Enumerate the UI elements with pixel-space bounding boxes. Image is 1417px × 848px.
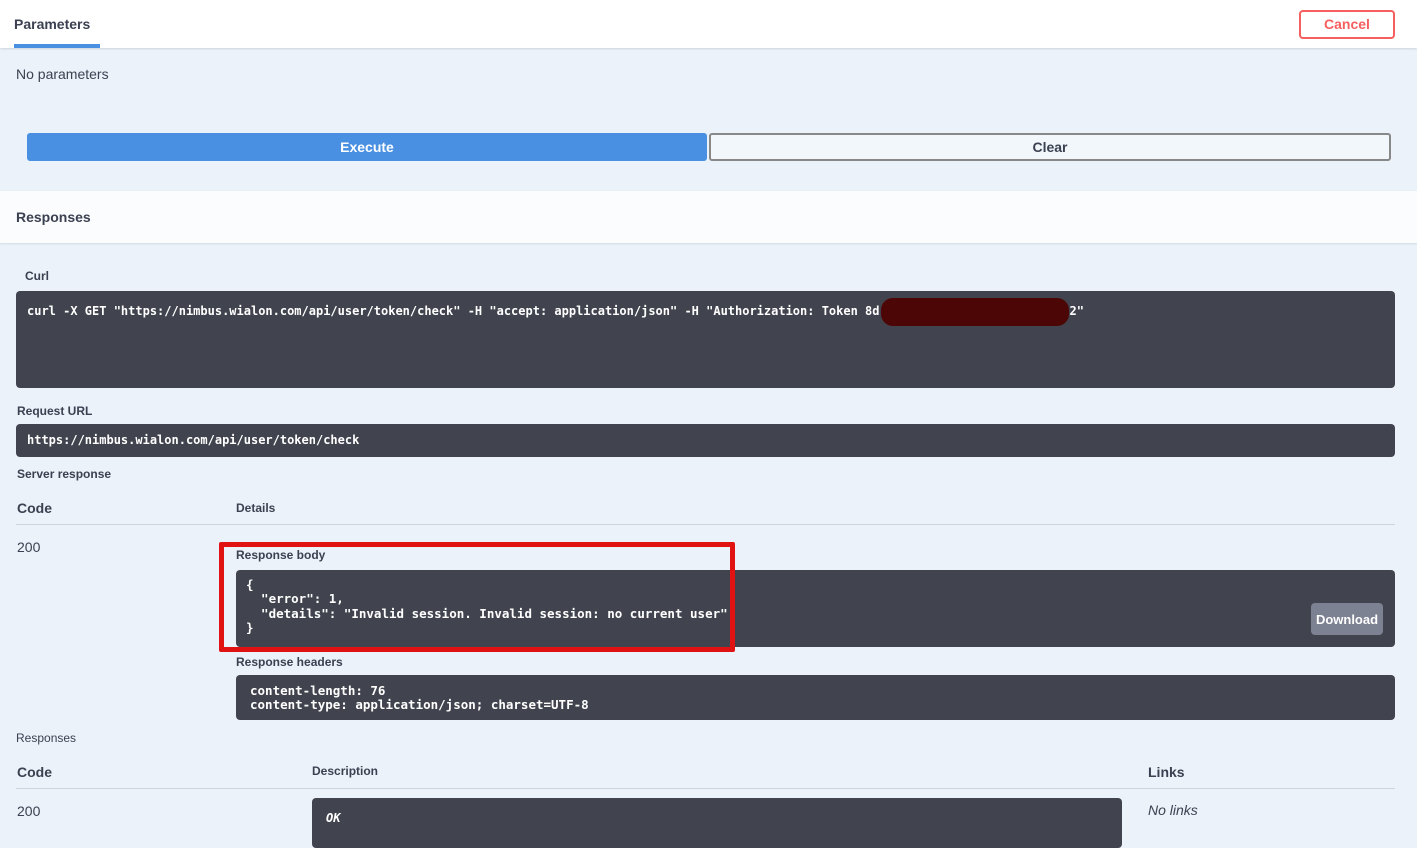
execute-button[interactable]: Execute: [27, 133, 707, 161]
response-body-label: Response body: [236, 548, 1395, 563]
curl-label: Curl: [25, 269, 1417, 284]
no-parameters-text: No parameters: [0, 48, 1417, 83]
responses-section-title: Responses: [16, 209, 91, 225]
request-url-value: https://nimbus.wialon.com/api/user/token…: [16, 424, 1395, 457]
column-header-links: Links: [1148, 764, 1395, 788]
column-header-code: Code: [16, 764, 312, 788]
token-redaction-box: [881, 298, 1069, 326]
column-header-description: Description: [312, 764, 1148, 788]
server-response-table-header: Code Details: [16, 496, 1395, 525]
documented-response-row: 200 OK No links: [16, 789, 1395, 848]
documented-response-description-cell: OK: [312, 789, 1148, 848]
documented-responses-table-header: Code Description Links: [16, 764, 1395, 789]
documented-responses-label: Responses: [16, 731, 1417, 746]
operation-tab-header: Parameters Cancel: [0, 0, 1417, 48]
documented-response-description: OK: [312, 798, 1122, 848]
tab-parameters[interactable]: Parameters: [14, 0, 100, 48]
response-status-code: 200: [16, 525, 236, 720]
download-button[interactable]: Download: [1311, 603, 1383, 635]
clear-button[interactable]: Clear: [709, 133, 1391, 161]
response-details-cell: Response body { "error": 1, "details": "…: [236, 525, 1395, 720]
documented-response-links: No links: [1148, 789, 1395, 848]
cancel-button[interactable]: Cancel: [1299, 10, 1395, 39]
swagger-operation-panel: { "header": { "tab_label": "Parameters",…: [0, 0, 1417, 823]
response-body-json: { "error": 1, "details": "Invalid sessio…: [236, 570, 1395, 647]
tab-parameters-label: Parameters: [14, 16, 90, 32]
request-url-label: Request URL: [17, 404, 1417, 419]
response-headers-label: Response headers: [236, 655, 1395, 670]
response-body-wrap: { "error": 1, "details": "Invalid sessio…: [236, 570, 1395, 647]
documented-response-code: 200: [16, 789, 312, 848]
responses-section-header: Responses: [0, 191, 1417, 243]
column-header-details: Details: [236, 496, 1395, 524]
active-tab-indicator: [14, 44, 100, 48]
curl-command-text: curl -X GET "https://nimbus.wialon.com/a…: [27, 304, 880, 318]
curl-command-suffix: 2": [1070, 304, 1084, 318]
server-response-label: Server response: [17, 467, 1417, 482]
column-header-code: Code: [16, 496, 236, 524]
curl-command-panel: curl -X GET "https://nimbus.wialon.com/a…: [16, 291, 1395, 388]
server-response-row: 200 Response body { "error": 1, "details…: [16, 525, 1395, 720]
response-headers-text: content-length: 76 content-type: applica…: [236, 675, 1395, 720]
execute-row: Execute Clear: [27, 133, 1391, 161]
